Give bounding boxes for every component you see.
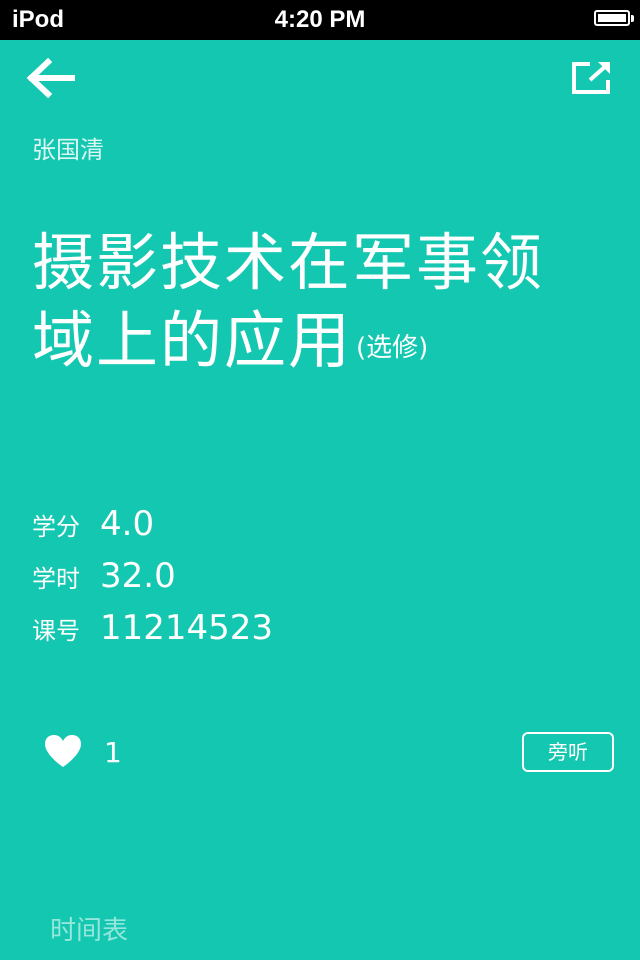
code-row: 课号 11214523 — [32, 608, 273, 648]
course-title-line-2: 域上的应用 (选修) — [32, 302, 612, 387]
credit-row: 学分 4.0 — [32, 504, 154, 544]
hours-row: 学时 32.0 — [32, 556, 176, 596]
teacher-name: 张国清 — [32, 136, 104, 164]
course-title-line-2-text: 域上的应用 — [32, 304, 353, 377]
share-button[interactable] — [570, 58, 614, 98]
hours-label: 学时 — [32, 565, 80, 593]
course-title: 摄影技术在军事领 域上的应用 (选修) — [32, 224, 612, 387]
like-count: 1 — [104, 736, 122, 769]
credit-value: 4.0 — [100, 504, 155, 544]
like-button[interactable] — [44, 734, 82, 768]
audit-button[interactable]: 旁听 — [522, 732, 614, 772]
credit-label: 学分 — [32, 513, 80, 541]
arrow-left-icon — [26, 57, 75, 99]
course-code-label: 课号 — [32, 617, 80, 645]
course-type-badge: (选修) — [356, 333, 429, 363]
status-bar: iPod 4:20 PM — [0, 0, 640, 40]
status-time: 4:20 PM — [274, 6, 366, 33]
heart-icon — [45, 735, 81, 767]
course-code-value: 11214523 — [100, 608, 274, 648]
timetable-link[interactable]: 时间表 — [50, 910, 128, 947]
course-title-line-1: 摄影技术在军事领 — [32, 226, 545, 299]
battery-icon — [594, 10, 634, 26]
back-button[interactable] — [24, 56, 76, 100]
hours-value: 32.0 — [100, 556, 176, 596]
share-icon — [572, 62, 610, 94]
